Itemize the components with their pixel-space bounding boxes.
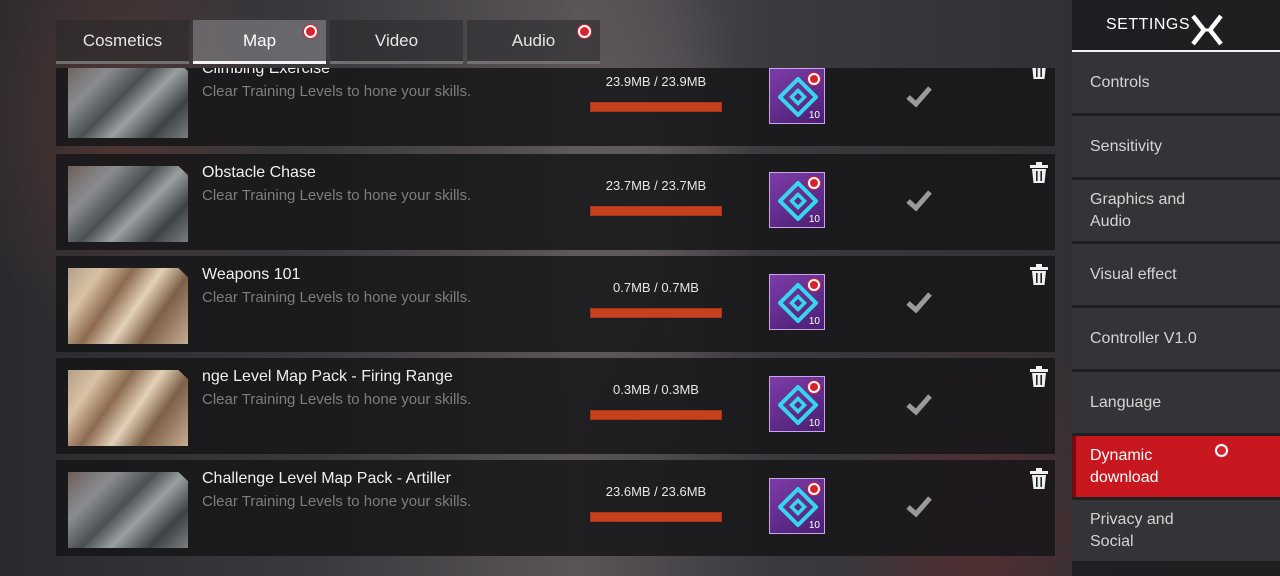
item-title: Challenge Level Map Pack - Artiller (202, 470, 452, 487)
progress-fill (591, 411, 721, 419)
settings-item-controller[interactable]: Controller V1.0 (1072, 308, 1280, 369)
progress-fill (591, 103, 721, 111)
menu-label: Controls (1090, 73, 1150, 91)
menu-label: Dynamic download (1090, 446, 1159, 486)
settings-panel: SETTINGS Controls Sensitivity Graphics a… (1072, 0, 1280, 576)
item-description: Clear Training Levels to hone your skill… (202, 289, 472, 306)
reward-badge[interactable]: 10 (769, 68, 825, 124)
trash-icon[interactable] (1029, 264, 1049, 286)
notification-dot (808, 279, 820, 291)
reward-badge[interactable]: 10 (769, 274, 825, 330)
notification-dot (808, 483, 820, 495)
menu-label: Sensitivity (1090, 137, 1163, 155)
download-size: 0.3MB / 0.3MB (613, 382, 699, 397)
trash-icon[interactable] (1029, 162, 1049, 184)
item-title: Climbing Exercise (202, 68, 331, 77)
download-list[interactable]: Climbing Exercise Clear Training Levels … (56, 68, 1055, 558)
download-size: 0.7MB / 0.7MB (613, 280, 699, 295)
item-description: Clear Training Levels to hone your skill… (202, 493, 472, 510)
tab-label: Video (374, 30, 419, 50)
close-x-icon[interactable] (1190, 14, 1224, 46)
item-description: Clear Training Levels to hone your skill… (202, 187, 472, 204)
tab-cosmetics[interactable]: Cosmetics (56, 20, 189, 64)
notification-dot (1215, 444, 1228, 457)
list-item: Challenge Level Map Pack - Artiller Clea… (56, 460, 1055, 556)
list-item: Obstacle Chase Clear Training Levels to … (56, 154, 1055, 250)
settings-title: SETTINGS (1106, 16, 1191, 33)
badge-number: 10 (808, 418, 820, 429)
download-progress-bar (590, 410, 722, 420)
progress-fill (591, 309, 721, 317)
settings-item-controls[interactable]: Controls (1072, 52, 1280, 113)
settings-item-language[interactable]: Language (1072, 372, 1280, 433)
item-title: Obstacle Chase (202, 164, 316, 181)
settings-item-dynamic-download[interactable]: Dynamic download (1072, 436, 1280, 497)
checkmark-icon (906, 86, 932, 108)
download-progress-bar (590, 308, 722, 318)
settings-item-privacy-social[interactable]: Privacy and Social (1072, 500, 1280, 561)
settings-item-visual-effect[interactable]: Visual effect (1072, 244, 1280, 305)
tab-label: Cosmetics (82, 30, 163, 50)
settings-header: SETTINGS (1072, 0, 1280, 52)
download-size: 23.6MB / 23.6MB (605, 484, 707, 499)
item-description: Clear Training Levels to hone your skill… (202, 83, 472, 100)
notification-dot (808, 73, 820, 85)
download-size: 23.7MB / 23.7MB (605, 178, 707, 193)
settings-item-graphics-audio[interactable]: Graphics and Audio (1072, 180, 1280, 241)
tab-label: Map (242, 30, 277, 50)
tab-audio[interactable]: Audio (467, 20, 600, 64)
menu-label: Language (1090, 393, 1162, 411)
list-item: Weapons 101 Clear Training Levels to hon… (56, 256, 1055, 352)
trash-icon[interactable] (1029, 468, 1049, 490)
notification-dot (808, 381, 820, 393)
trash-icon[interactable] (1029, 366, 1049, 388)
reward-badge[interactable]: 10 (769, 172, 825, 228)
download-progress-bar (590, 102, 722, 112)
menu-label: Graphics and Audio (1090, 190, 1186, 230)
badge-number: 10 (808, 316, 820, 327)
badge-number: 10 (808, 520, 820, 531)
badge-number: 10 (808, 110, 820, 121)
reward-badge[interactable]: 10 (769, 478, 825, 534)
checkmark-icon (906, 190, 932, 212)
item-title: Weapons 101 (202, 266, 301, 283)
tab-video[interactable]: Video (330, 20, 463, 64)
settings-item-sensitivity[interactable]: Sensitivity (1072, 116, 1280, 177)
tab-map[interactable]: Map (193, 20, 326, 64)
notification-dot (304, 25, 317, 38)
checkmark-icon (906, 496, 932, 518)
reward-badge[interactable]: 10 (769, 376, 825, 432)
list-item: Climbing Exercise Clear Training Levels … (56, 68, 1055, 146)
notification-dot (578, 25, 591, 38)
badge-number: 10 (808, 214, 820, 225)
item-description: Clear Training Levels to hone your skill… (202, 391, 472, 408)
menu-label: Visual effect (1090, 265, 1177, 283)
download-size: 23.9MB / 23.9MB (605, 74, 707, 89)
map-thumbnail (68, 472, 188, 548)
checkmark-icon (906, 292, 932, 314)
item-title: nge Level Map Pack - Firing Range (202, 368, 453, 385)
tab-bar: Cosmetics Map Video Audio (56, 20, 600, 64)
map-thumbnail (68, 268, 188, 344)
trash-icon[interactable] (1029, 68, 1049, 80)
menu-label: Controller V1.0 (1090, 329, 1197, 347)
tab-label: Audio (511, 30, 556, 50)
menu-label: Privacy and Social (1090, 510, 1174, 550)
progress-fill (591, 207, 721, 215)
map-thumbnail (68, 370, 188, 446)
download-progress-bar (590, 206, 722, 216)
checkmark-icon (906, 394, 932, 416)
map-thumbnail (68, 166, 188, 242)
notification-dot (808, 177, 820, 189)
list-item: nge Level Map Pack - Firing Range Clear … (56, 358, 1055, 454)
progress-fill (591, 513, 721, 521)
map-thumbnail (68, 68, 188, 138)
download-progress-bar (590, 512, 722, 522)
